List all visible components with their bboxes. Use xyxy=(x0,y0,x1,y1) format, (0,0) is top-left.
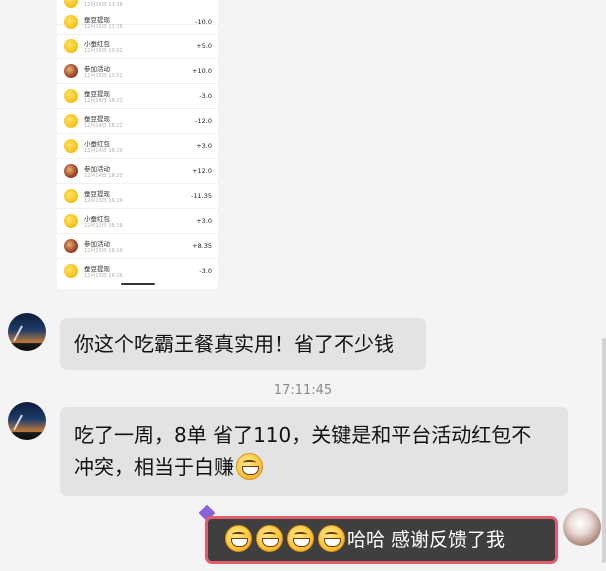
avatar-self[interactable] xyxy=(563,508,601,546)
coin-icon xyxy=(64,39,78,53)
chat-bubble-received[interactable]: 你这个吃霸王餐真实用！省了不少钱 xyxy=(60,318,426,370)
grinning-face-icon xyxy=(287,525,314,552)
ledger-row-date: 12月13日 16:19 xyxy=(84,223,123,229)
ledger-row-date: 12月13日 16:19 xyxy=(84,248,123,254)
ledger-row: 小蚕红包 12月13日 16:19 +3.0 xyxy=(57,209,218,234)
ledger-row-date: 12月15日 13:38 xyxy=(84,2,123,8)
event-icon xyxy=(64,164,78,178)
shared-ledger-screenshot[interactable]: 12月15日 13:38 蚕豆提现 12月15日 13:38 -10.0 小蚕红… xyxy=(57,0,218,289)
ledger-row-date: 12月13日 16:16 xyxy=(84,273,123,279)
chat-bubble-sent[interactable]: 哈哈 感谢反馈了我 xyxy=(205,516,558,564)
ledger-row-date: 12月13日 16:19 xyxy=(84,198,123,204)
ledger-row: 蚕豆提现 12月14日 18:21 -3.0 xyxy=(57,84,218,109)
ledger-row: 蚕豆提现 12月14日 18:21 -12.0 xyxy=(57,109,218,134)
message-text-line: 冲突，相当于白赚 xyxy=(74,451,554,483)
ledger-row-amount: -3.0 xyxy=(199,267,212,275)
ledger-row-amount: +10.0 xyxy=(192,67,212,75)
ledger-row-amount: -12.0 xyxy=(195,117,212,125)
ledger-row-amount: +3.0 xyxy=(196,217,212,225)
ledger-row-amount: -11.35 xyxy=(191,192,212,200)
coin-icon xyxy=(64,89,78,103)
ledger-row-amount: +3.0 xyxy=(196,142,212,150)
ledger-row-date: 12月15日 13:01 xyxy=(84,73,123,79)
ledger-row: 蚕豆提现 12月13日 16:19 -11.35 xyxy=(57,184,218,209)
ledger-row-amount: +8.35 xyxy=(192,242,212,250)
coin-icon xyxy=(64,139,78,153)
ledger-row-date: 12月14日 18:21 xyxy=(84,123,123,129)
ledger-row: 参加活动 12月15日 13:01 +10.0 xyxy=(57,59,218,84)
message-timestamp: 17:11:45 xyxy=(273,383,333,398)
ledger-row-amount: -10.0 xyxy=(195,18,212,26)
home-indicator xyxy=(121,283,155,285)
ledger-row-date: 12月14日 18:21 xyxy=(84,98,123,104)
avatar[interactable] xyxy=(8,313,46,351)
coin-icon xyxy=(64,114,78,128)
avatar[interactable] xyxy=(8,402,46,440)
coin-icon xyxy=(64,264,78,278)
message-text: 哈哈 感谢反馈了我 xyxy=(347,529,506,551)
grinning-face-icon xyxy=(225,525,252,552)
ledger-row: 参加活动 12月14日 18:20 +12.0 xyxy=(57,159,218,184)
message-text-line: 吃了一周，8单 省了110，关键是和平台活动红包不 xyxy=(74,423,532,447)
ledger-row-date: 12月15日 13:01 xyxy=(84,48,123,54)
grinning-face-icon xyxy=(318,525,345,552)
coin-icon xyxy=(64,214,78,228)
ledger-row-amount: +5.0 xyxy=(196,42,212,50)
ledger-row-date: 12月14日 18:20 xyxy=(84,173,123,179)
coin-icon xyxy=(64,15,78,29)
message-text: 冲突，相当于白赚 xyxy=(74,455,234,479)
message-text: 你这个吃霸王餐真实用！省了不少钱 xyxy=(74,332,394,356)
event-icon xyxy=(64,239,78,253)
ledger-row: 蚕豆提现 12月15日 13:38 -10.0 xyxy=(57,10,218,35)
ledger-row: 小蚕红包 12月14日 18:20 +3.0 xyxy=(57,134,218,159)
scrollbar[interactable] xyxy=(602,338,606,563)
grinning-face-icon xyxy=(256,525,283,552)
ledger-row: 参加活动 12月13日 16:19 +8.35 xyxy=(57,234,218,259)
ledger-row: 蚕豆提现 12月13日 16:16 -3.0 xyxy=(57,259,218,283)
coin-icon xyxy=(64,0,78,8)
event-icon xyxy=(64,64,78,78)
ledger-row-amount: +12.0 xyxy=(192,167,212,175)
chat-bubble-received[interactable]: 吃了一周，8单 省了110，关键是和平台活动红包不 冲突，相当于白赚 xyxy=(60,407,568,496)
coin-icon xyxy=(64,189,78,203)
ledger-row-date: 12月14日 18:20 xyxy=(84,148,123,154)
grinning-face-icon xyxy=(236,453,263,480)
ledger-row-amount: -3.0 xyxy=(199,92,212,100)
ledger-row: 小蚕红包 12月15日 13:01 +5.0 xyxy=(57,34,218,59)
ledger-row-date: 12月15日 13:38 xyxy=(84,24,123,30)
